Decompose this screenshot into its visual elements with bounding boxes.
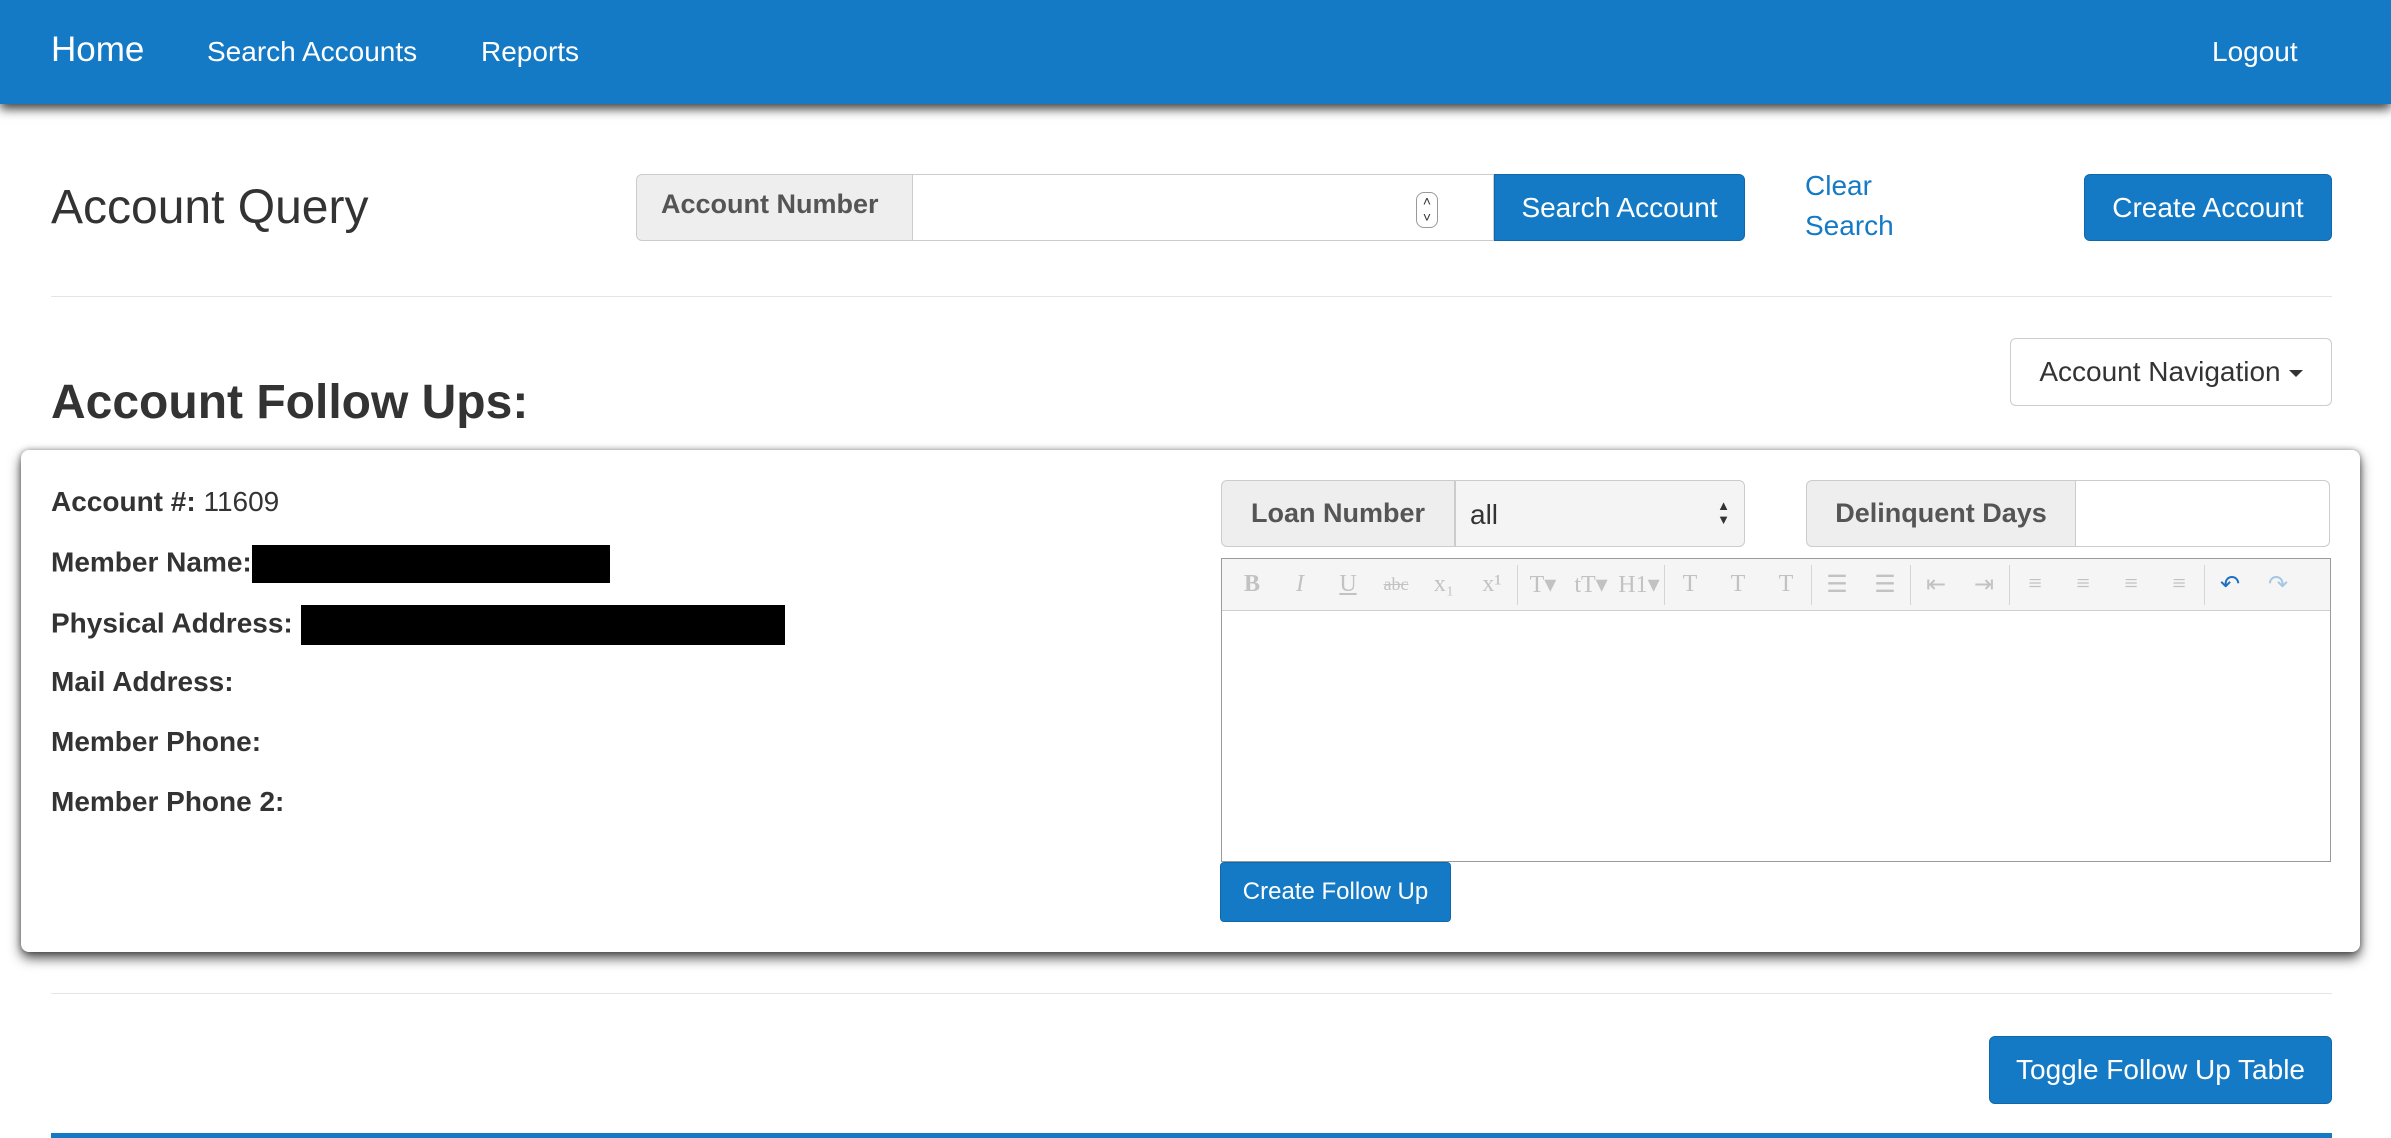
account-number-key: Account #: <box>51 486 196 517</box>
nav-reports-link[interactable]: Reports <box>481 36 579 68</box>
editor-content-area[interactable] <box>1222 611 2330 861</box>
toolbar-separator <box>1517 564 1518 605</box>
member-name-row: Member Name: <box>51 545 610 583</box>
highlight-icon[interactable]: T <box>1714 565 1762 605</box>
account-number-row: Account #: 11609 <box>51 486 279 518</box>
outdent-icon[interactable]: ⇤ <box>1912 565 1960 605</box>
redacted-member-name <box>251 545 610 583</box>
member-phone-row: Member Phone: <box>51 726 261 758</box>
superscript-icon[interactable]: x¹ <box>1468 565 1516 605</box>
member-phone-key: Member Phone: <box>51 726 262 757</box>
toolbar-separator <box>2009 564 2010 605</box>
toolbar-separator <box>1811 564 1812 605</box>
account-followup-card: Account #: 11609 Member Name: Physical A… <box>21 450 2360 952</box>
toggle-follow-up-table-button[interactable]: Toggle Follow Up Table <box>1989 1036 2332 1104</box>
top-navbar: Home Search Accounts Reports Logout <box>0 0 2391 104</box>
align-right-icon[interactable]: ≡ <box>2107 565 2155 605</box>
redo-icon[interactable]: ↷ <box>2254 565 2302 605</box>
account-number-label: Account Number <box>636 174 913 241</box>
account-number-input[interactable]: ˄ ˅ <box>913 174 1494 241</box>
delinquent-days-label: Delinquent Days <box>1806 480 2076 547</box>
redacted-physical-address <box>300 605 785 645</box>
subscript-icon[interactable]: x₁ <box>1420 565 1468 605</box>
align-center-icon[interactable]: ≡ <box>2059 565 2107 605</box>
physical-address-row: Physical Address: <box>51 605 785 645</box>
caret-down-icon <box>2288 370 2303 378</box>
align-justify-icon[interactable]: ≡ <box>2155 565 2203 605</box>
bold-icon[interactable]: B <box>1228 565 1276 605</box>
toolbar-separator <box>2204 564 2205 605</box>
font-size-icon[interactable]: T▾ <box>1519 565 1567 605</box>
delinquent-days-input[interactable] <box>2076 480 2330 547</box>
text-color-icon[interactable]: T <box>1666 565 1714 605</box>
section-title: Account Follow Ups: <box>51 376 529 429</box>
mail-address-key: Mail Address: <box>51 666 234 697</box>
search-account-button[interactable]: Search Account <box>1494 174 1745 241</box>
indent-icon[interactable]: ⇥ <box>1960 565 2008 605</box>
nav-search-accounts-link[interactable]: Search Accounts <box>207 36 417 68</box>
loan-number-group: Loan Number all ▲ ▼ <box>1221 480 1745 547</box>
select-arrows-icon: ▲ ▼ <box>1717 498 1730 527</box>
account-search-group: Account Number ˄ ˅ Search Account <box>636 174 1745 241</box>
clear-format-icon[interactable]: T <box>1762 565 1810 605</box>
clear-search-link[interactable]: Clear Search <box>1805 166 1915 246</box>
line-height-icon[interactable]: tT▾ <box>1567 565 1615 605</box>
account-navigation-dropdown[interactable]: Account Navigation <box>2010 338 2332 406</box>
strikethrough-icon[interactable]: abc <box>1372 565 1420 605</box>
divider <box>51 993 2332 994</box>
loan-number-label: Loan Number <box>1221 480 1455 547</box>
numbered-list-icon[interactable]: ☰ <box>1861 565 1909 605</box>
toolbar-separator <box>1910 564 1911 605</box>
toolbar-separator <box>1664 564 1665 605</box>
nav-home-link[interactable]: Home <box>51 30 144 70</box>
undo-icon[interactable]: ↶ <box>2206 565 2254 605</box>
member-phone2-row: Member Phone 2: <box>51 786 284 818</box>
member-phone2-key: Member Phone 2: <box>51 786 285 817</box>
mail-address-row: Mail Address: <box>51 666 234 698</box>
delinquent-days-group: Delinquent Days <box>1806 480 2330 547</box>
nav-logout-link[interactable]: Logout <box>2212 36 2298 68</box>
create-account-button[interactable]: Create Account <box>2084 174 2332 241</box>
account-navigation-label: Account Navigation <box>2039 356 2281 387</box>
align-left-icon[interactable]: ≡ <box>2011 565 2059 605</box>
loan-number-selected: all <box>1470 499 1499 530</box>
underline-icon[interactable]: U <box>1324 565 1372 605</box>
page-title: Account Query <box>51 181 369 234</box>
bullet-list-icon[interactable]: ☰ <box>1813 565 1861 605</box>
rich-text-editor: B I U abc x₁ x¹ T▾ tT▾ H1▾ T T T ☰ ☰ ⇤ ⇥… <box>1221 558 2331 862</box>
account-number-value: 11609 <box>203 486 280 517</box>
physical-address-key: Physical Address: <box>51 607 293 639</box>
number-spinner-icon[interactable]: ˄ ˅ <box>1416 192 1438 228</box>
loan-number-select[interactable]: all ▲ ▼ <box>1455 480 1745 547</box>
member-name-key: Member Name: <box>51 546 252 578</box>
editor-toolbar: B I U abc x₁ x¹ T▾ tT▾ H1▾ T T T ☰ ☰ ⇤ ⇥… <box>1222 559 2330 611</box>
italic-icon[interactable]: I <box>1276 565 1324 605</box>
divider <box>51 296 2332 297</box>
heading-icon[interactable]: H1▾ <box>1615 565 1663 605</box>
create-follow-up-button[interactable]: Create Follow Up <box>1220 862 1451 922</box>
table-top-border <box>51 1133 2332 1138</box>
